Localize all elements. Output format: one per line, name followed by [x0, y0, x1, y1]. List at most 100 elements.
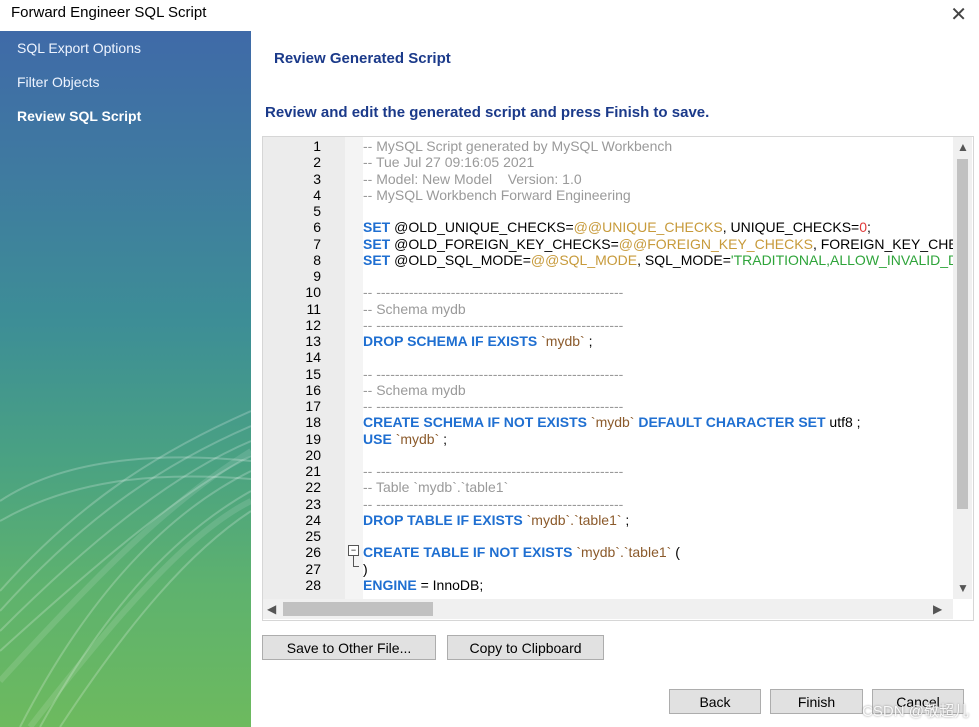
code-line: -- -------------------------------------… — [363, 366, 623, 382]
line-number: 28 — [305, 576, 321, 593]
line-number: 14 — [305, 349, 321, 366]
code-token: -- -------------------------------------… — [363, 463, 624, 479]
code-token: utf8 ; — [825, 414, 861, 431]
wizard-sidebar: SQL Export Options Filter Objects Review… — [0, 31, 251, 727]
code-line: USE `mydb` ; — [363, 431, 447, 447]
code-token: -- MySQL Workbench Forward Engineering — [363, 186, 631, 203]
code-line: DROP SCHEMA IF EXISTS `mydb` ; — [363, 333, 592, 349]
code-line: ) — [363, 561, 368, 577]
code-token: ; — [439, 430, 448, 447]
vertical-scroll-thumb[interactable] — [957, 159, 968, 509]
code-line: -- MySQL Workbench Forward Engineering — [363, 187, 631, 203]
code-token: CREATE SCHEMA IF NOT EXISTS — [363, 414, 588, 431]
vertical-scrollbar[interactable]: ▲ ▼ — [953, 137, 972, 599]
code-token: -- Model: New Model Version: 1.0 — [363, 170, 582, 187]
line-number: 19 — [305, 430, 321, 447]
scroll-left-icon[interactable]: ◀ — [267, 602, 276, 616]
code-token: CREATE TABLE IF NOT EXISTS — [363, 544, 573, 561]
title-bar: Forward Engineer SQL Script ✕ — [0, 0, 979, 31]
code-token: USE — [363, 430, 392, 447]
finish-button[interactable]: Finish — [770, 689, 863, 714]
code-line: -- Model: New Model Version: 1.0 — [363, 171, 582, 187]
line-number: 16 — [305, 381, 321, 398]
line-number: 27 — [305, 560, 321, 577]
code-token: `mydb`.`table1` — [576, 544, 672, 561]
code-token: ; — [621, 511, 630, 528]
sidebar-item-filter-objects[interactable]: Filter Objects — [17, 74, 99, 90]
line-number: 26 — [305, 544, 321, 561]
code-token: `mydb` — [395, 430, 440, 447]
line-number: 17 — [305, 398, 321, 414]
code-line: -- Schema mydb — [363, 301, 466, 317]
line-number: 23 — [305, 495, 321, 512]
line-number: 25 — [305, 528, 321, 544]
code-token: , UNIQUE_CHECKS= — [722, 219, 860, 236]
code-line: -- -------------------------------------… — [363, 398, 623, 414]
sidebar-item-review-sql-script[interactable]: Review SQL Script — [17, 108, 141, 124]
code-token: ) — [363, 560, 368, 577]
code-line: ENGINE = InnoDB; — [363, 577, 483, 593]
code-token: @OLD_SQL_MODE= — [394, 251, 531, 268]
code-token: `mydb`.`table1` — [526, 511, 622, 528]
window-title: Forward Engineer SQL Script — [11, 4, 207, 21]
line-number: 20 — [305, 446, 321, 463]
csdn-watermark: CSDN @敬超儿 — [862, 703, 969, 720]
scroll-up-icon[interactable]: ▲ — [957, 140, 969, 154]
code-token: ENGINE — [363, 576, 417, 593]
back-button[interactable]: Back — [669, 689, 761, 714]
line-number: 4 — [313, 186, 321, 203]
code-token: = InnoDB; — [416, 576, 484, 593]
code-token: -- -------------------------------------… — [363, 398, 624, 414]
code-token: @@FOREIGN_KEY_CHECKS — [618, 235, 813, 252]
code-token: ; — [867, 219, 871, 236]
line-number: 12 — [305, 316, 321, 333]
line-number-gutter: 1 2 3 4 5 6 7 8 9 10 11 12 13 14 15 16 17 18 19 20 21 22 23 24 2… — [263, 137, 345, 599]
code-token: DROP TABLE IF EXISTS — [363, 511, 523, 528]
fold-margin — [345, 137, 363, 599]
code-token: 'TRADITIONAL,ALLOW_INVALID_DATES' — [730, 251, 953, 268]
code-token: -- Schema mydb — [363, 381, 466, 398]
line-number: 24 — [305, 511, 321, 528]
code-token: SET — [363, 219, 391, 236]
horizontal-scrollbar[interactable]: ◀ ▶ — [263, 599, 953, 619]
page-title: Review Generated Script — [274, 50, 451, 67]
code-token: -- -------------------------------------… — [363, 316, 624, 333]
sidebar-item-sql-export-options[interactable]: SQL Export Options — [17, 40, 141, 56]
line-number: 15 — [305, 365, 321, 382]
code-line: -- -------------------------------------… — [363, 317, 623, 333]
code-token: SET — [363, 235, 391, 252]
code-token: ; — [584, 333, 593, 349]
code-token: -- Table `mydb`.`table1` — [363, 479, 509, 496]
code-token: DEFAULT CHARACTER SET — [638, 414, 826, 431]
copy-to-clipboard-button[interactable]: Copy to Clipboard — [447, 635, 604, 660]
code-line: SET @OLD_UNIQUE_CHECKS=@@UNIQUE_CHECKS, … — [363, 219, 871, 235]
line-number: 22 — [305, 479, 321, 496]
code-token: DROP SCHEMA IF EXISTS — [363, 333, 538, 349]
sql-script-editor[interactable]: 1 2 3 4 5 6 7 8 9 10 11 12 13 14 15 16 17 18 19 20 21 22 23 24 2… — [262, 136, 974, 621]
horizontal-scroll-thumb[interactable] — [283, 602, 433, 616]
code-line: SET @OLD_SQL_MODE=@@SQL_MODE, SQL_MODE='… — [363, 252, 953, 268]
line-number: 6 — [313, 219, 321, 236]
code-line: -- -------------------------------------… — [363, 284, 623, 300]
line-number: 1 — [313, 138, 321, 154]
line-number: 11 — [306, 300, 321, 317]
code-token: -- -------------------------------------… — [363, 284, 624, 301]
code-line: -- MySQL Script generated by MySQL Workb… — [363, 138, 672, 154]
code-token: , FOREIGN_KEY_CHECKS= — [812, 235, 953, 252]
code-token: -- Schema mydb — [363, 300, 466, 317]
code-token: SET — [363, 251, 391, 268]
code-token: @@SQL_MODE — [530, 251, 638, 268]
code-line: -- -------------------------------------… — [363, 496, 623, 512]
code-area[interactable]: -- MySQL Script generated by MySQL Workb… — [363, 137, 953, 599]
scroll-down-icon[interactable]: ▼ — [957, 581, 969, 595]
close-icon[interactable]: ✕ — [950, 2, 967, 27]
code-token: -- MySQL Script generated by MySQL Workb… — [363, 138, 673, 154]
line-number: 5 — [313, 203, 321, 219]
code-token: `mydb` — [541, 333, 585, 349]
code-line: -- Tue Jul 27 09:16:05 2021 — [363, 154, 534, 170]
line-number: 9 — [313, 268, 321, 284]
line-number: 8 — [313, 251, 321, 268]
code-token: -- Tue Jul 27 09:16:05 2021 — [363, 154, 535, 171]
save-to-other-file-button[interactable]: Save to Other File... — [262, 635, 436, 660]
scroll-right-icon[interactable]: ▶ — [933, 602, 942, 616]
